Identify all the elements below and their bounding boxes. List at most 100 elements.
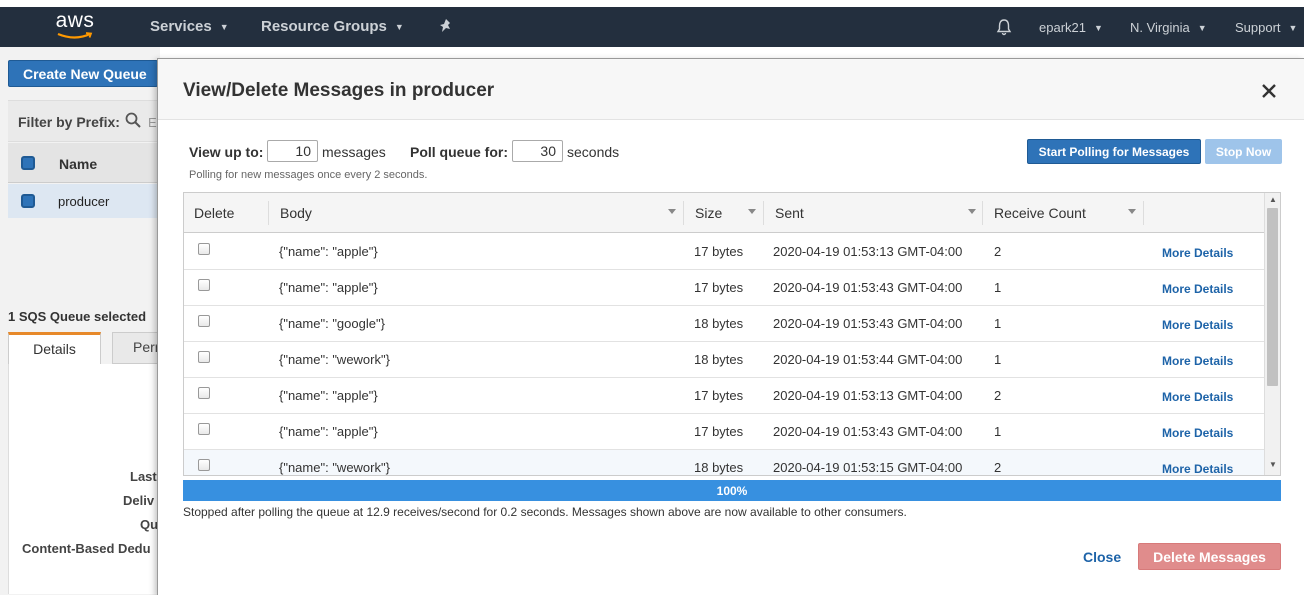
chevron-down-icon: ▼ [1288, 23, 1298, 33]
sort-caret-icon[interactable] [1128, 209, 1136, 215]
close-button[interactable]: Close [1083, 549, 1121, 565]
message-receive-count: 2 [994, 388, 1002, 403]
start-polling-button[interactable]: Start Polling for Messages [1027, 139, 1201, 164]
seconds-label: seconds [567, 144, 620, 160]
detail-label: Last [130, 469, 157, 484]
name-column-header[interactable]: Name [59, 156, 97, 172]
message-size: 17 bytes [694, 424, 744, 439]
progress-label: 100% [716, 484, 748, 498]
more-details-link[interactable]: More Details [1162, 462, 1233, 475]
selected-count: 1 SQS Queue selected [8, 309, 147, 324]
services-label: Services [150, 18, 212, 35]
table-row: {"name": "google"} 18 bytes 2020-04-19 0… [184, 306, 1264, 342]
message-receive-count: 2 [994, 244, 1002, 259]
queue-row[interactable]: producer [8, 184, 160, 218]
view-up-to-input[interactable] [267, 140, 318, 162]
column-divider [982, 201, 983, 225]
services-menu[interactable]: Services ▼ [150, 18, 229, 35]
chevron-down-icon: ▼ [1197, 23, 1207, 33]
view-delete-messages-dialog: View/Delete Messages in producer View up… [157, 58, 1304, 595]
table-scrollbar[interactable]: ▲ ▼ [1264, 193, 1280, 475]
column-divider [763, 201, 764, 225]
more-details-link[interactable]: More Details [1162, 282, 1233, 296]
close-icon[interactable] [1262, 84, 1276, 101]
user-menu[interactable]: epark21 ▼ [1039, 20, 1103, 35]
message-sent: 2020-04-19 01:53:43 GMT-04:00 [773, 424, 963, 439]
message-receive-count: 1 [994, 280, 1002, 295]
message-size: 17 bytes [694, 280, 744, 295]
sent-column-header[interactable]: Sent [775, 205, 804, 221]
queue-list-header: Name [8, 143, 160, 183]
more-details-link[interactable]: More Details [1162, 318, 1233, 332]
aws-logo[interactable]: aws [53, 10, 97, 42]
select-all-checkbox[interactable] [21, 156, 35, 170]
table-row: {"name": "wework"} 18 bytes 2020-04-19 0… [184, 450, 1264, 475]
poll-seconds-input[interactable] [512, 140, 563, 162]
receive-count-column-header[interactable]: Receive Count [994, 205, 1086, 221]
column-divider [1143, 201, 1144, 225]
queue-row-checkbox[interactable] [21, 194, 35, 208]
detail-label: Deliv [123, 493, 155, 508]
support-label: Support [1235, 20, 1281, 35]
more-details-link[interactable]: More Details [1162, 390, 1233, 404]
more-details-link[interactable]: More Details [1162, 246, 1233, 260]
resource-groups-menu[interactable]: Resource Groups ▼ [261, 18, 404, 35]
delete-messages-button[interactable]: Delete Messages [1138, 543, 1281, 570]
table-row: {"name": "apple"} 17 bytes 2020-04-19 01… [184, 414, 1264, 450]
scroll-down-icon[interactable]: ▼ [1269, 460, 1277, 469]
more-details-link[interactable]: More Details [1162, 426, 1233, 440]
stop-now-button[interactable]: Stop Now [1205, 139, 1282, 164]
queue-name: producer [58, 194, 110, 209]
create-new-queue-button[interactable]: Create New Queue [8, 60, 158, 87]
region-menu[interactable]: N. Virginia ▼ [1130, 20, 1207, 35]
table-row: {"name": "apple"} 17 bytes 2020-04-19 01… [184, 234, 1264, 270]
messages-table: Delete Body Size Sent Receive Count {"na… [183, 192, 1281, 476]
filter-label: Filter by Prefix: [18, 114, 120, 130]
delete-checkbox[interactable] [198, 315, 210, 327]
table-header: Delete Body Size Sent Receive Count [184, 193, 1264, 233]
message-sent: 2020-04-19 01:53:13 GMT-04:00 [773, 244, 963, 259]
body-column-header[interactable]: Body [280, 205, 312, 221]
filter-input[interactable]: E [148, 115, 157, 130]
message-sent: 2020-04-19 01:53:43 GMT-04:00 [773, 280, 963, 295]
message-receive-count: 1 [994, 352, 1002, 367]
poll-queue-label: Poll queue for: [410, 144, 508, 160]
message-body: {"name": "apple"} [279, 424, 378, 439]
scrollbar-thumb[interactable] [1267, 208, 1278, 386]
sort-caret-icon[interactable] [668, 209, 676, 215]
resource-groups-label: Resource Groups [261, 18, 387, 35]
scroll-up-icon[interactable]: ▲ [1269, 195, 1277, 204]
dialog-header: View/Delete Messages in producer [158, 59, 1304, 120]
filter-bar: Filter by Prefix: E [8, 100, 160, 142]
delete-column-header: Delete [194, 205, 235, 221]
top-navigation-bar: aws Services ▼ Resource Groups ▼ epark21 ▼ … [0, 7, 1304, 47]
tab-details[interactable]: Details [8, 332, 101, 364]
bell-icon[interactable] [995, 18, 1013, 39]
more-details-link[interactable]: More Details [1162, 354, 1233, 368]
message-body: {"name": "apple"} [279, 244, 378, 259]
sort-caret-icon[interactable] [968, 209, 976, 215]
delete-checkbox[interactable] [198, 459, 210, 471]
chevron-down-icon: ▼ [394, 22, 404, 32]
message-sent: 2020-04-19 01:53:13 GMT-04:00 [773, 388, 963, 403]
tab-permissions[interactable]: Perm [112, 332, 162, 364]
message-sent: 2020-04-19 01:53:44 GMT-04:00 [773, 352, 963, 367]
region-name: N. Virginia [1130, 20, 1190, 35]
message-body: {"name": "wework"} [279, 460, 390, 475]
message-size: 17 bytes [694, 388, 744, 403]
delete-checkbox[interactable] [198, 423, 210, 435]
message-receive-count: 2 [994, 460, 1002, 475]
message-receive-count: 1 [994, 316, 1002, 331]
column-divider [683, 201, 684, 225]
delete-checkbox[interactable] [198, 279, 210, 291]
detail-label: Qu [140, 517, 159, 532]
sort-caret-icon[interactable] [748, 209, 756, 215]
pin-icon[interactable] [438, 18, 454, 37]
message-body: {"name": "apple"} [279, 388, 378, 403]
size-column-header[interactable]: Size [695, 205, 722, 221]
delete-checkbox[interactable] [198, 387, 210, 399]
delete-checkbox[interactable] [198, 243, 210, 255]
message-body: {"name": "apple"} [279, 280, 378, 295]
support-menu[interactable]: Support ▼ [1235, 20, 1297, 35]
delete-checkbox[interactable] [198, 351, 210, 363]
